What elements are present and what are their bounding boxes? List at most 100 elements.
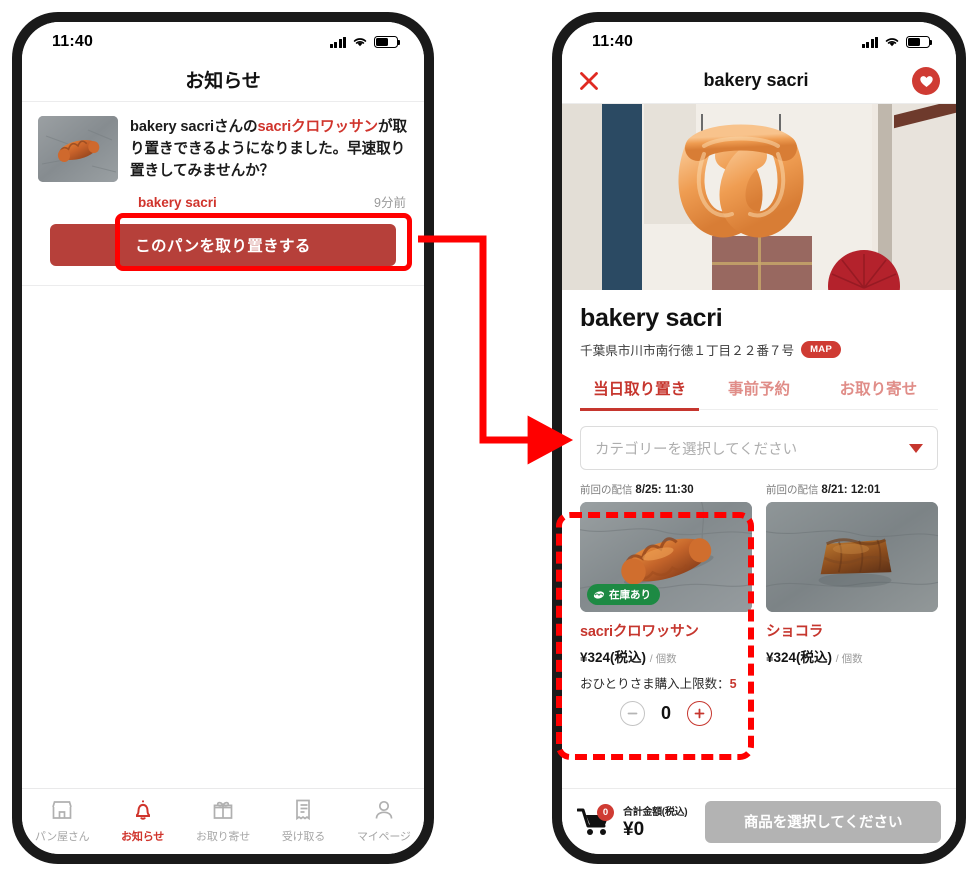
bottom-tab-bar: パン屋さん お知らせ お取り寄せ 受け取る マイページ: [22, 788, 424, 854]
sidebar-item-mypage[interactable]: マイページ: [344, 797, 424, 844]
signal-bars-icon: [861, 36, 878, 48]
sidebar-item-delivery[interactable]: お取り寄せ: [183, 797, 263, 844]
tab-label: お知らせ: [121, 831, 165, 843]
sidebar-item-pickup[interactable]: 受け取る: [263, 797, 343, 844]
product-price-unit: / 個数: [649, 653, 677, 665]
reserve-bread-button[interactable]: このパンを取り置きする: [50, 223, 396, 266]
shop-address-row: 千葉県市川市南行徳１丁目２２番７号 MAP: [562, 333, 956, 359]
shop-address: 千葉県市川市南行徳１丁目２２番７号: [580, 344, 795, 358]
caret-down-icon: [909, 443, 923, 453]
right-phone-frame: 11:40 bakery sacri bakery sacri 千葉県市川市南行…: [552, 12, 966, 864]
product-name[interactable]: ショコラ: [766, 620, 938, 641]
notification-meta: bakery sacri 9分前: [138, 192, 406, 211]
status-icons: [329, 36, 401, 48]
notification-text: bakery sacriさんのsacriクロワッサンが取り置きできるようになりま…: [130, 116, 408, 183]
product-grid: 前回の配信 8/25: 11:30 在庫あり sacriクロワッサン ¥324(…: [562, 470, 956, 726]
right-phone-screen: 11:40 bakery sacri bakery sacri 千葉県市川市南行…: [562, 22, 956, 854]
product-price: ¥324(税込) / 個数: [766, 646, 938, 666]
bell-icon: [132, 797, 154, 823]
notification-timestamp: 9分前: [374, 195, 406, 210]
sidebar-item-notifications[interactable]: お知らせ: [102, 797, 182, 844]
pain-au-chocolat-photo[interactable]: [766, 502, 938, 612]
minus-circle-icon[interactable]: [620, 701, 645, 726]
battery-icon: [906, 36, 933, 48]
product-price: ¥324(税込) / 個数: [580, 646, 752, 666]
product-meta: 前回の配信 8/21: 12:01: [766, 482, 938, 497]
cart-total-amount: ¥0: [623, 818, 645, 840]
submit-order-button[interactable]: 商品を選択してください: [705, 800, 941, 843]
page-title: お知らせ: [22, 58, 424, 102]
signal-bars-icon: [329, 36, 346, 48]
tab-advance-booking[interactable]: 事前予約: [699, 377, 818, 409]
heart-icon: [919, 75, 933, 87]
bread-icon: [593, 590, 605, 599]
shop-body: bakery sacri 千葉県市川市南行徳１丁目２２番７号 MAP 当日取り置…: [562, 290, 956, 788]
product-meta-value: 8/25: 11:30: [635, 484, 694, 496]
left-phone-screen: 11:40 お知らせ bakery sacriさんのsacriクロワッサンが取り…: [22, 22, 424, 854]
tab-mail-order[interactable]: お取り寄せ: [819, 377, 938, 409]
quantity-stepper: 0: [580, 701, 752, 726]
product-price-unit: / 個数: [835, 653, 863, 665]
croissant-photo[interactable]: 在庫あり: [580, 502, 752, 612]
product-limit-label: おひとりさま購入上限数：: [580, 677, 730, 691]
comparison-stage: 11:40 お知らせ bakery sacriさんのsacriクロワッサンが取り…: [0, 0, 977, 877]
notification-text-before: bakery sacriさんの: [130, 119, 258, 135]
product-meta-value: 8/21: 12:01: [821, 484, 881, 496]
product-meta-label: 前回の配信: [766, 484, 819, 496]
wifi-icon: [353, 38, 367, 47]
shop-name: bakery sacri: [580, 304, 723, 332]
product-price-value: ¥324(税込): [766, 650, 833, 665]
list-item[interactable]: bakery sacriさんのsacriクロワッサンが取り置きできるようになりま…: [22, 102, 424, 286]
product-meta: 前回の配信 8/25: 11:30: [580, 482, 752, 497]
product-card-chocolat[interactable]: 前回の配信 8/21: 12:01 ショコラ ¥324(税込) / 個数: [766, 482, 938, 726]
cart-bar: 0 合計金額(税込) ¥0 商品を選択してください: [562, 788, 956, 854]
notification-list: bakery sacriさんのsacriクロワッサンが取り置きできるようになりま…: [22, 102, 424, 788]
right-status-bar: 11:40: [562, 22, 956, 58]
product-name[interactable]: sacriクロワッサン: [580, 620, 752, 641]
cart-total-label: 合計金額(税込): [623, 806, 688, 818]
product-price-value: ¥324(税込): [580, 650, 647, 665]
notification-text-highlight: sacriクロワッサン: [257, 119, 379, 135]
shopping-cart-icon[interactable]: 0: [576, 803, 614, 837]
shop-tabs: 当日取り置き 事前予約 お取り寄せ: [580, 377, 938, 410]
sidebar-item-bakeries[interactable]: パン屋さん: [22, 797, 102, 844]
product-limit-value: 5: [729, 677, 737, 691]
croissant-photo: [38, 116, 118, 182]
category-select[interactable]: カテゴリーを選択してください: [580, 426, 938, 470]
close-x-icon[interactable]: [578, 70, 600, 92]
product-limit: おひとりさま購入上限数：5: [580, 673, 752, 692]
tab-label: パン屋さん: [34, 831, 90, 843]
pretzel-shop-sign-photo: [562, 104, 956, 290]
receipt-icon: [293, 797, 313, 823]
left-status-bar: 11:40: [22, 22, 424, 58]
cart-badge: 0: [597, 803, 614, 821]
status-badge: 在庫あり: [587, 584, 660, 605]
battery-icon: [374, 36, 401, 48]
status-time: 11:40: [592, 33, 634, 50]
storefront-icon: [50, 797, 74, 823]
page-title: bakery sacri: [703, 70, 809, 90]
favorite-button[interactable]: [912, 66, 940, 95]
status-time: 11:40: [52, 33, 94, 50]
status-icons: [861, 36, 933, 48]
tab-label: 受け取る: [281, 831, 326, 843]
cta-wrapper: このパンを取り置きする: [50, 223, 396, 266]
category-select-placeholder: カテゴリーを選択してください: [595, 441, 798, 458]
plus-circle-icon[interactable]: [687, 701, 712, 726]
gift-icon: [211, 797, 235, 823]
notification-shop-name[interactable]: bakery sacri: [138, 195, 217, 210]
quantity-value: 0: [660, 703, 671, 723]
tab-same-day-reserve[interactable]: 当日取り置き: [580, 377, 699, 409]
product-card-croissant[interactable]: 前回の配信 8/25: 11:30 在庫あり sacriクロワッサン ¥324(…: [580, 482, 752, 726]
cart-total: 合計金額(税込) ¥0: [623, 803, 688, 841]
map-button[interactable]: MAP: [801, 341, 842, 358]
tab-label: マイページ: [356, 831, 411, 843]
notification-top: bakery sacriさんのsacriクロワッサンが取り置きできるようになりま…: [38, 116, 408, 183]
person-icon: [373, 797, 395, 823]
wifi-icon: [885, 38, 899, 47]
left-phone-frame: 11:40 お知らせ bakery sacriさんのsacriクロワッサンが取り…: [12, 12, 434, 864]
tab-label: お取り寄せ: [196, 831, 251, 843]
stock-badge-label: 在庫あり: [609, 589, 651, 601]
shop-header: bakery sacri: [562, 58, 956, 104]
product-meta-label: 前回の配信: [580, 484, 633, 496]
